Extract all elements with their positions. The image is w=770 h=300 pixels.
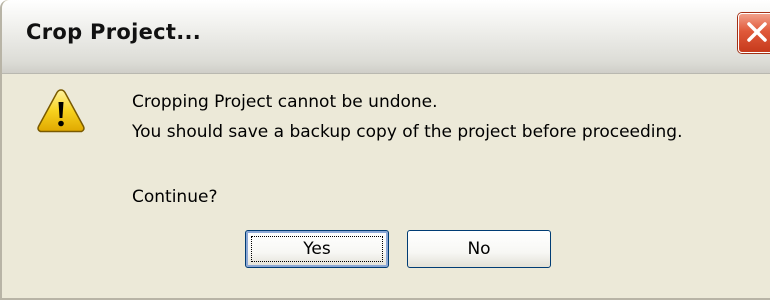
message-line-1: Cropping Project cannot be undone.: [132, 92, 438, 112]
dialog-title: Crop Project...: [26, 20, 202, 44]
yes-button-label: Yes: [303, 239, 331, 259]
close-button[interactable]: [738, 13, 770, 53]
crop-project-dialog: Crop Project... Cropping Project cannot …: [0, 0, 770, 300]
warning-icon: [37, 89, 85, 133]
no-button-label: No: [467, 239, 491, 259]
title-bar[interactable]: Crop Project...: [2, 0, 770, 74]
yes-button[interactable]: Yes: [245, 230, 389, 268]
no-button[interactable]: No: [407, 230, 551, 268]
continue-question: Continue?: [132, 187, 218, 207]
close-icon: [747, 22, 767, 42]
message-line-2: You should save a backup copy of the pro…: [132, 122, 683, 142]
